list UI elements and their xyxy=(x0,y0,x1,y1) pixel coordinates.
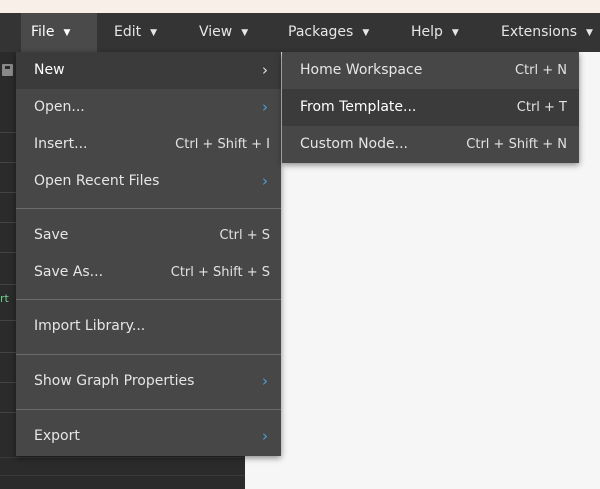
menu-help-label: Help xyxy=(411,24,443,40)
menu-item-label: New xyxy=(34,62,65,78)
caret-down-icon: ▼ xyxy=(451,28,459,38)
file-menu-item-insert[interactable]: Insert... Ctrl + Shift + I xyxy=(16,126,281,163)
divider xyxy=(0,162,16,163)
divider xyxy=(0,222,16,223)
menu-file[interactable]: File ▼ xyxy=(21,13,97,52)
shortcut-label: Ctrl + Shift + S xyxy=(170,265,270,280)
menu-view[interactable]: View ▼ xyxy=(189,13,258,52)
divider xyxy=(0,252,16,253)
menu-item-label: Export xyxy=(34,428,80,444)
divider xyxy=(0,412,16,413)
file-menu-item-save-as[interactable]: Save As... Ctrl + Shift + S xyxy=(16,254,281,291)
new-submenu: Home Workspace Ctrl + N From Template...… xyxy=(282,52,579,163)
file-menu-item-import-library[interactable]: Import Library... xyxy=(16,308,281,345)
menu-item-label: Custom Node... xyxy=(300,136,408,152)
file-menu: New › Open... › Insert... Ctrl + Shift +… xyxy=(16,52,281,456)
divider xyxy=(0,352,16,353)
divider xyxy=(0,132,16,133)
menu-separator xyxy=(16,354,281,355)
menu-item-label: From Template... xyxy=(300,99,417,115)
shortcut-label: Ctrl + S xyxy=(219,228,270,243)
caret-down-icon: ▼ xyxy=(63,28,71,38)
menu-item-label: Import Library... xyxy=(34,318,146,334)
shortcut-label: Ctrl + Shift + I xyxy=(175,137,270,152)
chevron-right-icon: › xyxy=(262,172,268,190)
menu-packages[interactable]: Packages ▼ xyxy=(278,13,379,52)
shortcut-label: Ctrl + Shift + N xyxy=(466,137,567,152)
caret-down-icon: ▼ xyxy=(362,28,370,38)
new-submenu-item-from-template[interactable]: From Template... Ctrl + T xyxy=(282,89,579,126)
menu-item-label: Home Workspace xyxy=(300,62,423,78)
new-submenu-item-custom-node[interactable]: Custom Node... Ctrl + Shift + N xyxy=(282,126,579,163)
chevron-right-icon: › xyxy=(262,61,268,79)
caret-down-icon: ▼ xyxy=(241,28,249,38)
window-top-strip xyxy=(0,0,600,13)
menu-item-label: Save As... xyxy=(34,264,104,280)
caret-down-icon: ▼ xyxy=(150,28,158,38)
menu-item-label: Save xyxy=(34,227,69,243)
save-icon[interactable] xyxy=(2,64,13,76)
shortcut-label: Ctrl + N xyxy=(514,63,567,78)
menu-item-label: Insert... xyxy=(34,136,88,152)
menu-edit[interactable]: Edit ▼ xyxy=(104,13,167,52)
chevron-right-icon: › xyxy=(262,98,268,116)
shortcut-label: Ctrl + T xyxy=(516,100,567,115)
panel-item-text: rt xyxy=(0,292,9,305)
file-menu-item-new[interactable]: New › xyxy=(16,52,281,89)
chevron-right-icon: › xyxy=(262,372,268,390)
menu-item-label: Show Graph Properties xyxy=(34,373,195,389)
divider xyxy=(0,320,16,321)
chevron-right-icon: › xyxy=(262,427,268,445)
menu-packages-label: Packages xyxy=(288,24,354,40)
menu-item-label: Open Recent Files xyxy=(34,173,160,189)
file-menu-item-save[interactable]: Save Ctrl + S xyxy=(16,217,281,254)
menu-help[interactable]: Help ▼ xyxy=(401,13,469,52)
file-menu-item-export[interactable]: Export › xyxy=(16,418,281,455)
menu-extensions[interactable]: Extensions ▼ xyxy=(491,13,600,52)
menu-extensions-label: Extensions xyxy=(501,24,578,40)
menu-separator xyxy=(16,208,281,209)
menu-view-label: View xyxy=(199,24,233,40)
menu-item-label: Open... xyxy=(34,99,85,115)
divider xyxy=(0,457,245,458)
menu-edit-label: Edit xyxy=(114,24,142,40)
divider xyxy=(0,382,16,383)
caret-down-icon: ▼ xyxy=(586,28,593,38)
menu-file-label: File xyxy=(31,24,55,40)
divider xyxy=(0,475,245,476)
file-menu-item-open[interactable]: Open... › xyxy=(16,89,281,126)
menu-separator xyxy=(16,299,281,300)
menu-separator xyxy=(16,409,281,410)
file-menu-item-open-recent[interactable]: Open Recent Files › xyxy=(16,163,281,200)
divider xyxy=(0,192,16,193)
divider xyxy=(0,284,16,285)
file-menu-item-show-graph-properties[interactable]: Show Graph Properties › xyxy=(16,363,281,400)
new-submenu-item-home-workspace[interactable]: Home Workspace Ctrl + N xyxy=(282,52,579,89)
menu-bar: File ▼ Edit ▼ View ▼ Packages ▼ Help ▼ Extens… xyxy=(0,13,600,52)
